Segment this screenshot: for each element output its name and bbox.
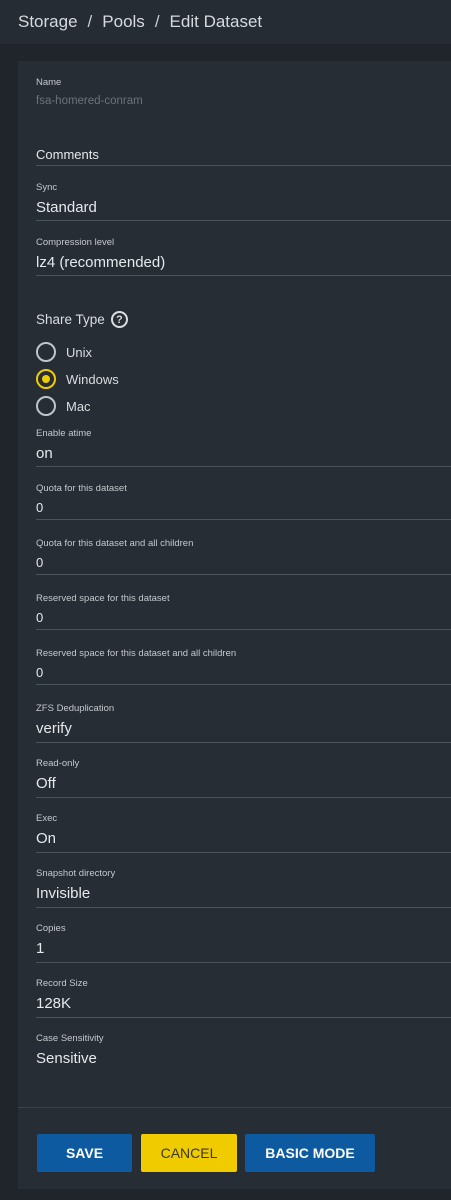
- compression-label: Compression level: [36, 237, 115, 248]
- readonly-value[interactable]: Off: [36, 775, 56, 792]
- reserved-children-underline: [36, 684, 451, 685]
- basic-mode-button[interactable]: BASIC MODE: [245, 1134, 375, 1172]
- quota-underline: [36, 519, 451, 520]
- divider: [18, 1107, 451, 1108]
- copies-underline: [36, 962, 451, 963]
- name-label: Name: [36, 77, 62, 88]
- recordsize-underline: [36, 1017, 451, 1018]
- copies-label: Copies: [36, 923, 66, 934]
- reserved-children-label: Reserved space for this dataset and all …: [36, 648, 237, 659]
- sync-underline: [36, 220, 451, 221]
- comments-input[interactable]: Comments: [36, 147, 99, 162]
- share-type-mac-radio[interactable]: Mac: [36, 396, 91, 416]
- edit-dataset-form: Name fsa-homered-conram Comments Sync St…: [18, 61, 451, 1189]
- share-type-mac-label: Mac: [66, 398, 91, 414]
- cancel-button[interactable]: CANCEL: [141, 1134, 237, 1172]
- breadcrumb-storage[interactable]: Storage: [18, 12, 78, 32]
- recordsize-value[interactable]: 128K: [36, 995, 71, 1012]
- exec-value[interactable]: On: [36, 830, 56, 847]
- help-circle-icon[interactable]: ?: [110, 311, 128, 328]
- share-type-title: Share Type ?: [36, 311, 128, 328]
- breadcrumb-separator: /: [154, 12, 160, 31]
- radio-unchecked-icon[interactable]: [36, 396, 56, 416]
- dedup-value[interactable]: verify: [36, 720, 72, 737]
- sync-value[interactable]: Standard: [36, 199, 97, 216]
- compression-underline: [36, 275, 451, 276]
- radio-checked-icon[interactable]: [36, 369, 56, 389]
- share-type-label: Share Type: [36, 312, 105, 327]
- atime-underline: [36, 466, 451, 467]
- breadcrumb-current: Edit Dataset: [169, 12, 263, 31]
- exec-label: Exec: [36, 813, 58, 824]
- casesensitivity-value: Sensitive: [36, 1050, 97, 1067]
- readonly-underline: [36, 797, 451, 798]
- breadcrumb-separator: /: [87, 12, 93, 31]
- quota-value[interactable]: 0: [36, 500, 43, 515]
- casesensitivity-label: Case Sensitivity: [36, 1033, 104, 1044]
- copies-value[interactable]: 1: [36, 940, 44, 957]
- share-type-windows-radio[interactable]: Windows: [36, 369, 119, 389]
- quota-label: Quota for this dataset: [36, 483, 127, 494]
- quota-children-underline: [36, 574, 451, 575]
- atime-value[interactable]: on: [36, 445, 53, 462]
- breadcrumb-pools[interactable]: Pools: [102, 12, 145, 32]
- quota-children-value[interactable]: 0: [36, 555, 43, 570]
- share-type-unix-label: Unix: [66, 344, 93, 360]
- atime-label: Enable atime: [36, 428, 92, 439]
- exec-underline: [36, 852, 451, 853]
- share-type-windows-label: Windows: [66, 371, 119, 387]
- radio-unchecked-icon[interactable]: [36, 342, 56, 362]
- breadcrumb: Storage / Pools / Edit Dataset: [0, 0, 451, 44]
- dedup-label: ZFS Deduplication: [36, 703, 115, 714]
- comments-underline: [36, 165, 451, 166]
- quota-children-label: Quota for this dataset and all children: [36, 538, 194, 549]
- compression-value[interactable]: lz4 (recommended): [36, 254, 165, 271]
- dedup-underline: [36, 742, 451, 743]
- reserved-label: Reserved space for this dataset: [36, 593, 170, 604]
- snapdir-label: Snapshot directory: [36, 868, 116, 879]
- readonly-label: Read-only: [36, 758, 80, 769]
- sync-label: Sync: [36, 182, 58, 193]
- save-button[interactable]: SAVE: [37, 1134, 132, 1172]
- name-value: fsa-homered-conram: [36, 95, 143, 107]
- reserved-value[interactable]: 0: [36, 610, 43, 625]
- share-type-unix-radio[interactable]: Unix: [36, 342, 92, 362]
- reserved-underline: [36, 629, 451, 630]
- recordsize-label: Record Size: [36, 978, 88, 989]
- snapdir-value[interactable]: Invisible: [36, 885, 90, 902]
- reserved-children-value[interactable]: 0: [36, 665, 43, 680]
- snapdir-underline: [36, 907, 451, 908]
